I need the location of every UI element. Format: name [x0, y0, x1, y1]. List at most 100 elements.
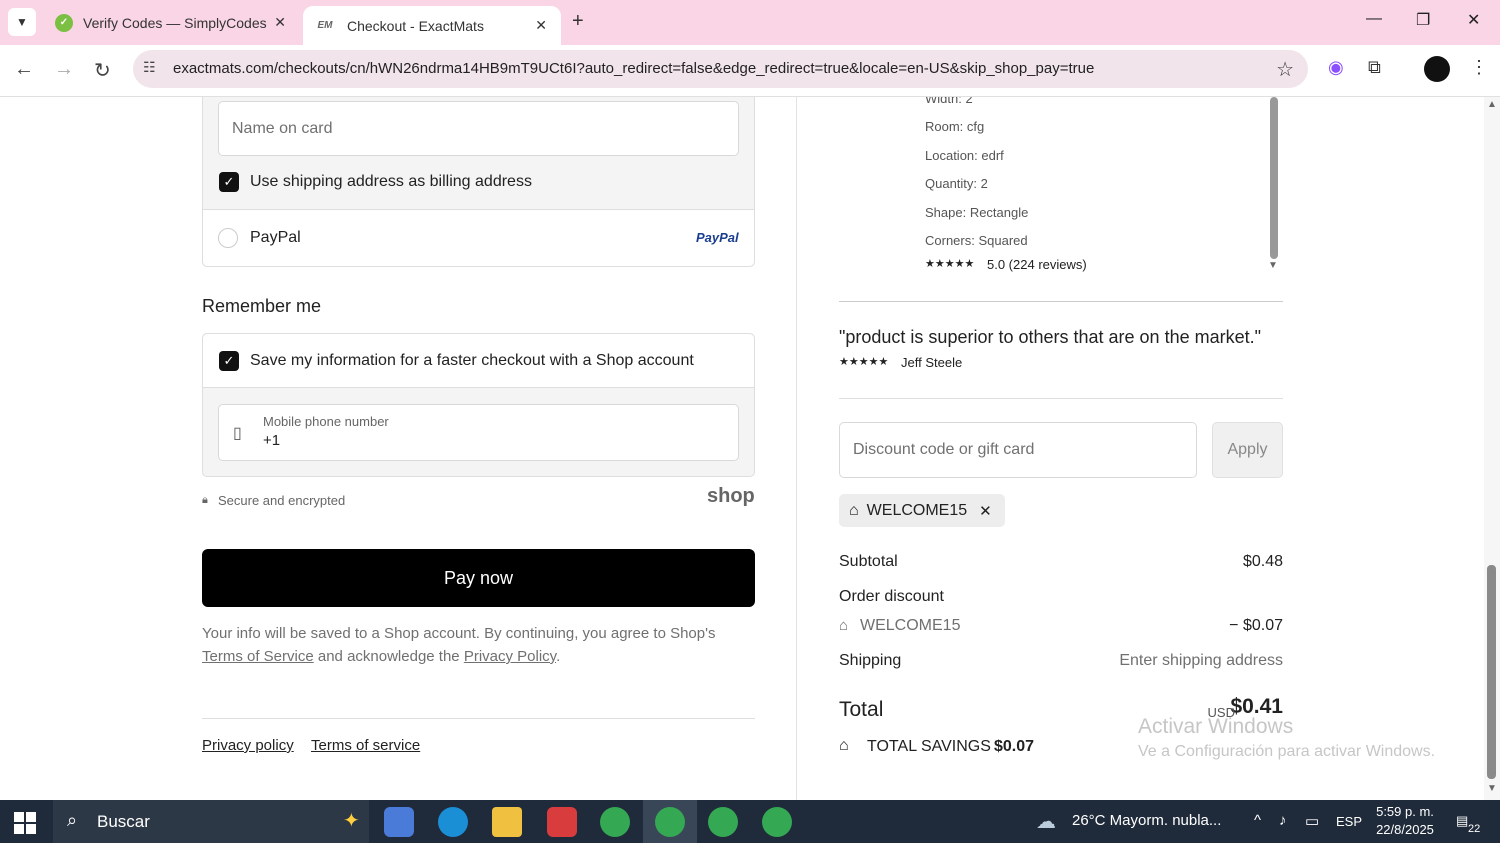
tray-chevron-icon[interactable]: ^: [1254, 812, 1261, 829]
applied-code: WELCOME15: [866, 501, 968, 519]
windows-taskbar: ⌕ Buscar ✦ ☁ 26°C Mayorm. nubla... ^ ♪ ▭…: [0, 800, 1500, 843]
profile-avatar[interactable]: [1424, 56, 1450, 82]
url-text[interactable]: exactmats.com/checkouts/cn/hWN26ndrma14H…: [173, 60, 1094, 77]
name-on-card-input[interactable]: Name on card: [218, 101, 739, 156]
total-label: Total: [839, 698, 884, 721]
bookmark-star-icon[interactable]: ☆: [1276, 57, 1294, 82]
rating-stars: ★★★★★: [925, 258, 975, 270]
close-tab-icon[interactable]: ✕: [535, 17, 547, 34]
summary-divider: [839, 398, 1283, 399]
paypal-label: PayPal: [250, 229, 301, 246]
chrome-app-icon[interactable]: [655, 807, 685, 837]
simplycodes-favicon-icon: ✓: [55, 13, 73, 32]
use-shipping-label: Use shipping address as billing address: [250, 173, 532, 190]
summary-divider: [839, 301, 1283, 302]
save-info-label: Save my information for a faster checkou…: [250, 352, 694, 369]
tab-bar: ▼ ✓ Verify Codes — SimplyCodes ✕ EM Chec…: [0, 0, 1500, 45]
shop-logo: shop: [707, 485, 755, 507]
quote-stars: ★★★★★: [839, 356, 889, 368]
search-placeholder: Buscar: [97, 812, 150, 831]
footer-divider: [202, 718, 755, 719]
exactmats-favicon-icon: EM: [317, 20, 333, 31]
remove-discount-icon[interactable]: ✕: [979, 502, 992, 520]
use-shipping-checkbox[interactable]: ✓: [219, 172, 239, 192]
scroll-down-icon[interactable]: ▼: [1268, 260, 1278, 271]
tag-icon: ⌂: [839, 617, 849, 634]
clock-date: 22/8/2025: [1376, 822, 1434, 837]
phone-value: +1: [263, 432, 281, 449]
address-bar[interactable]: ☷ exactmats.com/checkouts/cn/hWN26ndrma1…: [133, 50, 1308, 88]
windows-start-icon[interactable]: [14, 812, 36, 834]
legal-line: Your info will be saved to a Shop accoun…: [202, 625, 716, 642]
discount-code-input[interactable]: Discount code or gift card: [839, 422, 1197, 478]
details-scrollbar[interactable]: [1270, 97, 1278, 259]
new-tab-icon[interactable]: +: [572, 10, 584, 33]
page-scrollbar[interactable]: ▲ ▼: [1484, 97, 1500, 800]
subtotal-value: $0.48: [1242, 553, 1283, 570]
reload-icon[interactable]: ↻: [94, 58, 111, 83]
activation-watermark-text: Ve a Configuración para activar Windows.: [1138, 743, 1436, 760]
chevron-down-icon: ▼: [16, 15, 28, 29]
mobile-phone-input[interactable]: [218, 404, 739, 461]
notification-icon[interactable]: ▤: [1456, 813, 1468, 829]
clock-time: 5:59 p. m.: [1376, 804, 1434, 819]
shipping-value: Enter shipping address: [1119, 652, 1283, 669]
taskbar-search[interactable]: ⌕ Buscar ✦: [53, 800, 369, 843]
extensions-icon[interactable]: ⧉: [1368, 57, 1381, 78]
restore-icon[interactable]: ❐: [1416, 10, 1430, 30]
save-info-checkbox[interactable]: ✓: [219, 351, 239, 371]
menu-icon[interactable]: ⋮: [1470, 57, 1488, 78]
file-explorer-icon[interactable]: [492, 807, 522, 837]
chrome-app-icon[interactable]: [762, 807, 792, 837]
tab-exactmats[interactable]: EM Checkout - ExactMats ✕: [303, 6, 561, 45]
clock[interactable]: 5:59 p. m. 22/8/2025: [1372, 803, 1438, 839]
discount-value: − $0.07: [1229, 617, 1283, 634]
scroll-up-icon[interactable]: ▲: [1487, 99, 1497, 110]
tab-label: Checkout - ExactMats: [347, 17, 484, 34]
scroll-down-icon[interactable]: ▼: [1487, 783, 1497, 794]
apply-button[interactable]: Apply: [1212, 422, 1283, 478]
lock-icon: 🔒︎: [202, 494, 208, 506]
forward-icon[interactable]: →: [54, 58, 74, 81]
language-indicator[interactable]: ESP: [1336, 814, 1362, 829]
sparkle-icon: ✦: [343, 810, 360, 832]
terms-of-service-link[interactable]: Terms of Service: [202, 648, 314, 665]
privacy-policy-link[interactable]: Privacy Policy: [464, 648, 556, 665]
chrome-app-icon[interactable]: [708, 807, 738, 837]
page-scrollbar-thumb[interactable]: [1487, 565, 1496, 779]
app-icon[interactable]: [547, 807, 577, 837]
paypal-radio[interactable]: [218, 228, 238, 248]
close-tab-icon[interactable]: ✕: [274, 14, 286, 31]
pay-now-button[interactable]: Pay now: [202, 549, 755, 607]
tab-search-button[interactable]: ▼: [8, 8, 36, 36]
close-window-icon[interactable]: ✕: [1467, 10, 1480, 30]
copilot-app-icon[interactable]: [384, 807, 414, 837]
checkout-form: Name on card ✓ Use shipping address as b…: [0, 97, 797, 800]
order-discount-label: Order discount: [839, 588, 944, 605]
remember-me-title: Remember me: [202, 296, 322, 316]
savings-value: $0.07: [994, 738, 1035, 755]
tag-icon: ⌂: [849, 501, 859, 519]
edge-app-icon[interactable]: [438, 807, 468, 837]
footer-privacy-link[interactable]: Privacy policy: [202, 737, 294, 754]
back-icon[interactable]: ←: [14, 58, 34, 81]
savings-icon: ⌂: [839, 737, 849, 754]
chrome-app-icon[interactable]: [600, 807, 630, 837]
site-info-icon[interactable]: ☷: [143, 59, 156, 76]
tab-label: Verify Codes — SimplyCodes: [83, 14, 267, 31]
weather-text[interactable]: 26°C Mayorm. nubla...: [1072, 812, 1221, 829]
copilot-icon[interactable]: ◉: [1328, 57, 1344, 78]
shipping-label: Shipping: [839, 652, 902, 669]
volume-icon[interactable]: ♪: [1279, 812, 1287, 829]
tab-simplycodes[interactable]: ✓ Verify Codes — SimplyCodes ✕: [45, 0, 300, 45]
footer-terms-link[interactable]: Terms of service: [311, 737, 420, 754]
detail-room: Room: cfg: [925, 119, 985, 134]
review-quote: "product is superior to others that are …: [839, 327, 1261, 347]
page-content: Name on card ✓ Use shipping address as b…: [0, 97, 1500, 800]
legal-mid: and acknowledge the: [317, 648, 460, 665]
weather-cloud-icon: ☁: [1036, 811, 1056, 833]
minimize-icon[interactable]: —: [1366, 10, 1382, 28]
notification-count: 22: [1468, 823, 1481, 835]
network-icon[interactable]: ▭: [1305, 812, 1319, 830]
pay-now-label: Pay now: [443, 567, 514, 588]
